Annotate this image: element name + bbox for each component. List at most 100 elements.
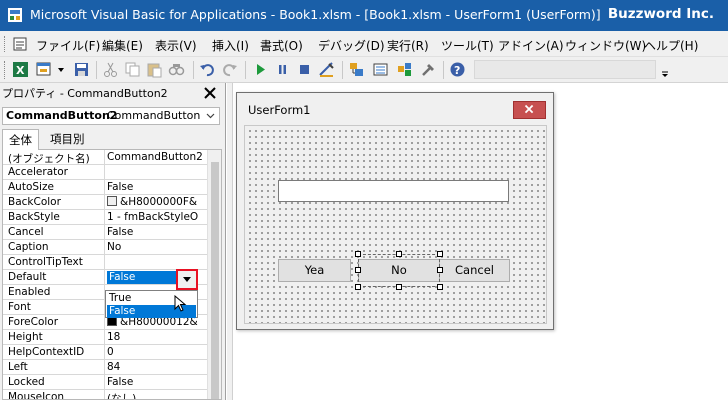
menu-edit[interactable]: 編集(E) xyxy=(102,37,143,54)
userform-title: UserForm1 xyxy=(248,103,311,117)
svg-text:?: ? xyxy=(454,64,460,77)
resize-handle[interactable] xyxy=(355,284,361,290)
close-icon[interactable] xyxy=(200,83,220,103)
property-value: False xyxy=(107,226,134,238)
resize-handle[interactable] xyxy=(355,267,361,273)
toolbar-grip[interactable] xyxy=(4,61,7,79)
menu-file[interactable]: ファイル(F) xyxy=(36,37,100,54)
property-name: Enabled xyxy=(8,286,51,298)
menu-window[interactable]: ウィンドウ(W) xyxy=(565,37,646,54)
default-value-selected[interactable]: False xyxy=(107,271,177,284)
cancel-button[interactable]: Cancel xyxy=(439,259,510,282)
property-row[interactable]: Cancel False xyxy=(3,225,207,240)
chevron-down-icon[interactable] xyxy=(56,61,66,78)
property-name: HelpContextID xyxy=(8,346,85,358)
chevron-down-icon xyxy=(183,277,191,282)
property-row[interactable]: Height 18 xyxy=(3,330,207,345)
undo-icon[interactable] xyxy=(199,61,216,78)
property-value: False xyxy=(107,181,134,193)
excel-icon[interactable]: X xyxy=(12,61,29,78)
property-row[interactable]: AutoSize False xyxy=(3,180,207,195)
toolbar-separator xyxy=(245,61,246,79)
property-row[interactable]: ControlTipText xyxy=(3,255,207,270)
menu-debug[interactable]: デバッグ(D) xyxy=(318,37,385,54)
menu-bar: ファイル(F) 編集(E) 表示(V) 挿入(I) 書式(O) デバッグ(D) … xyxy=(0,31,728,57)
property-name: Default xyxy=(8,271,47,283)
property-name: Caption xyxy=(8,241,49,253)
properties-icon[interactable] xyxy=(372,61,389,78)
property-name: MouseIcon xyxy=(8,391,65,400)
title-bar: Microsoft Visual Basic for Applications … xyxy=(0,0,728,31)
resize-handle[interactable] xyxy=(355,251,361,257)
property-row[interactable]: Left 84 xyxy=(3,360,207,375)
menu-addins[interactable]: アドイン(A) xyxy=(498,37,564,54)
reset-icon[interactable] xyxy=(296,61,313,78)
property-name: BackStyle xyxy=(8,211,60,223)
module-doc-icon[interactable] xyxy=(12,36,28,52)
menu-tools[interactable]: ツール(T) xyxy=(441,37,494,54)
resize-handle[interactable] xyxy=(437,284,443,290)
property-row[interactable]: BackStyle 1 - fmBackStyleO xyxy=(3,210,207,225)
tab-categorized[interactable]: 項目別 xyxy=(44,129,91,148)
resize-handle[interactable] xyxy=(437,251,443,257)
redo-icon[interactable] xyxy=(221,61,238,78)
toolbar-separator xyxy=(96,61,97,79)
property-row[interactable]: (オブジェクト名) CommandButton2 xyxy=(3,150,207,165)
insert-userform-icon[interactable] xyxy=(36,61,53,78)
tab-alphabetic[interactable]: 全体 xyxy=(2,129,39,150)
property-name: Locked xyxy=(8,376,45,388)
project-explorer-icon[interactable] xyxy=(348,61,365,78)
scrollbar-thumb[interactable] xyxy=(211,162,219,399)
property-name: Accelerator xyxy=(8,166,68,178)
resize-handle[interactable] xyxy=(396,284,402,290)
toolbar-separator xyxy=(443,61,444,79)
property-row[interactable]: BackColor &H8000000F& xyxy=(3,195,207,210)
property-row[interactable]: Locked False xyxy=(3,375,207,390)
object-select[interactable]: CommandButton2 CommandButton xyxy=(2,107,220,125)
save-icon[interactable] xyxy=(73,61,90,78)
default-dropdown-button[interactable] xyxy=(176,269,198,290)
property-name: BackColor xyxy=(8,196,61,208)
backcolor-swatch xyxy=(107,196,117,206)
paste-icon[interactable] xyxy=(146,61,163,78)
property-name: Font xyxy=(8,301,31,313)
menu-grip[interactable] xyxy=(4,36,7,52)
run-icon[interactable] xyxy=(252,61,269,78)
design-mode-icon[interactable] xyxy=(318,61,335,78)
chevron-down-icon[interactable] xyxy=(206,111,215,120)
resize-handle[interactable] xyxy=(396,251,402,257)
copy-icon[interactable] xyxy=(124,61,141,78)
property-grid-scrollbar[interactable] xyxy=(207,150,221,399)
userform-design-canvas[interactable]: Yea No Cancel xyxy=(244,125,547,324)
yea-button[interactable]: Yea xyxy=(278,259,351,282)
property-row[interactable]: Caption No xyxy=(3,240,207,255)
toolbar-position-box xyxy=(474,60,656,79)
menu-insert[interactable]: 挿入(I) xyxy=(212,37,249,54)
object-browser-icon[interactable] xyxy=(396,61,413,78)
menu-format[interactable]: 書式(O) xyxy=(260,37,303,54)
property-name: AutoSize xyxy=(8,181,54,193)
userform-close-button[interactable] xyxy=(513,101,546,119)
menu-help[interactable]: ヘルプ(H) xyxy=(644,37,698,54)
toolbar-separator xyxy=(342,61,343,79)
toolbar-separator xyxy=(193,61,194,79)
toolbox-icon[interactable] xyxy=(420,61,437,78)
help-icon[interactable]: ? xyxy=(449,61,466,78)
property-row[interactable]: HelpContextID 0 xyxy=(3,345,207,360)
cut-icon[interactable] xyxy=(102,61,119,78)
break-icon[interactable] xyxy=(274,61,291,78)
textbox-control[interactable] xyxy=(278,180,509,202)
panel-splitter[interactable] xyxy=(227,83,233,400)
menu-view[interactable]: 表示(V) xyxy=(155,37,197,54)
property-row[interactable]: Accelerator xyxy=(3,165,207,180)
property-value: 1 - fmBackStyleO xyxy=(107,211,199,223)
find-icon[interactable] xyxy=(168,61,185,78)
standard-toolbar: X ? xyxy=(0,57,728,83)
menu-run[interactable]: 実行(R) xyxy=(387,37,429,54)
property-row[interactable]: MouseIcon (なし) xyxy=(3,390,207,400)
toolbar-options-icon[interactable] xyxy=(660,62,670,80)
userform-window: UserForm1 Yea No Cancel xyxy=(236,92,554,330)
resize-handle[interactable] xyxy=(437,267,443,273)
vba-app-icon xyxy=(8,8,22,22)
property-value: 84 xyxy=(107,361,121,373)
